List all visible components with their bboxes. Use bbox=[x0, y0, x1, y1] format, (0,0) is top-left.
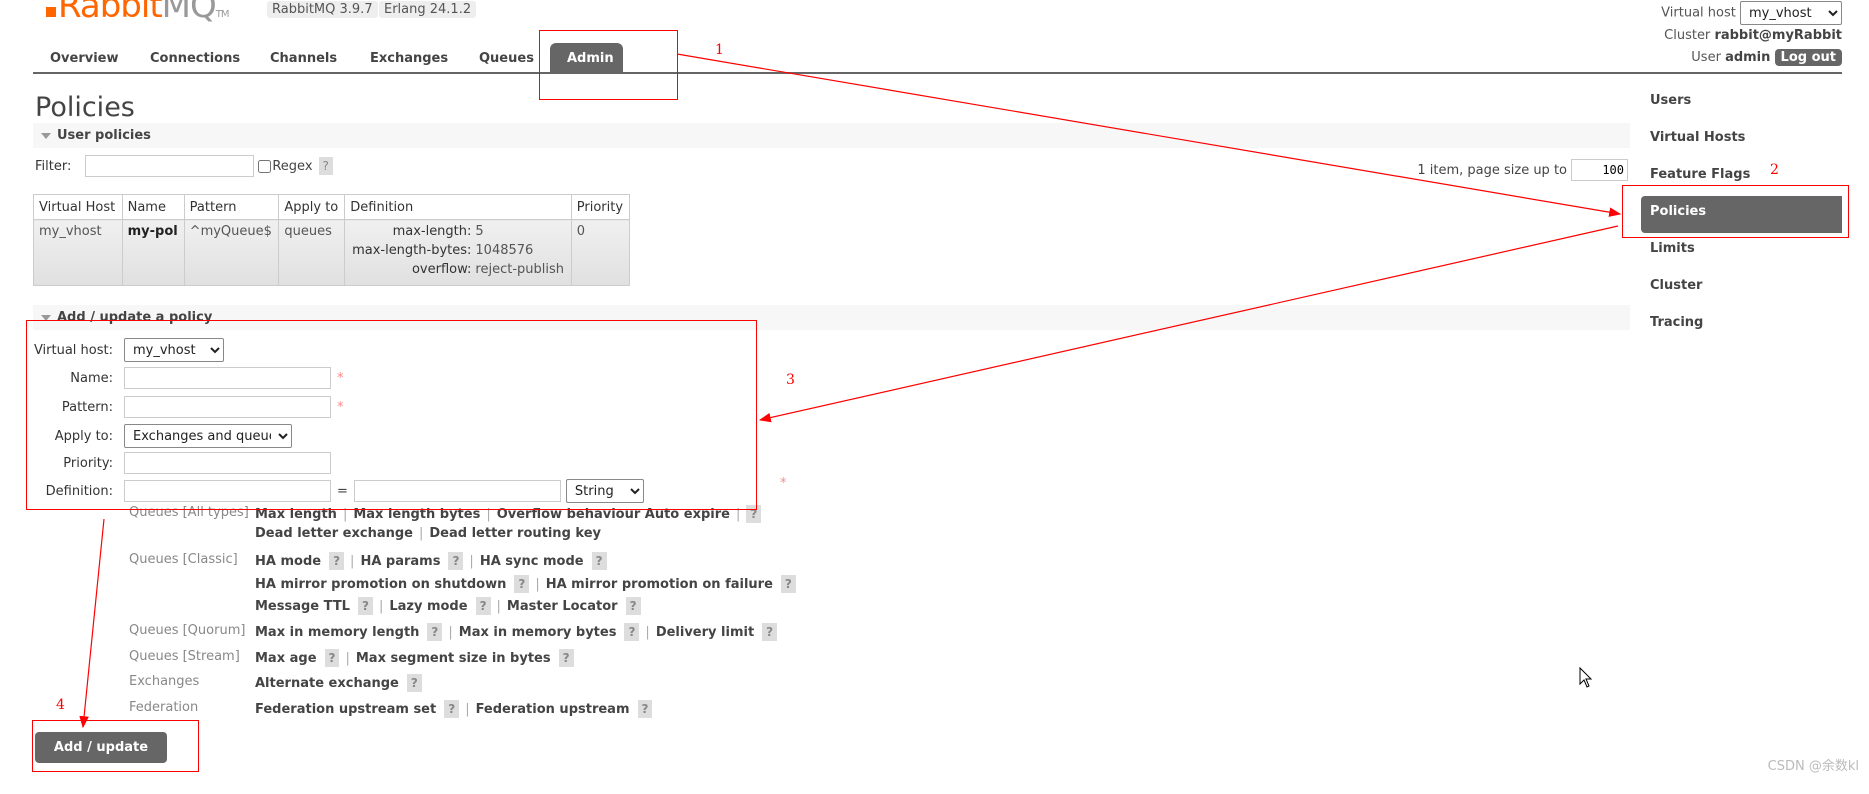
mouse-cursor-icon bbox=[1579, 666, 1593, 688]
watermark: CSDN @余数kl bbox=[1767, 759, 1859, 774]
arrow-1-to-2 bbox=[676, 53, 1622, 217]
annotation-arrows bbox=[79, 53, 1622, 729]
arrow-2-to-3 bbox=[758, 225, 1619, 423]
arrow-3-to-4 bbox=[79, 518, 105, 729]
